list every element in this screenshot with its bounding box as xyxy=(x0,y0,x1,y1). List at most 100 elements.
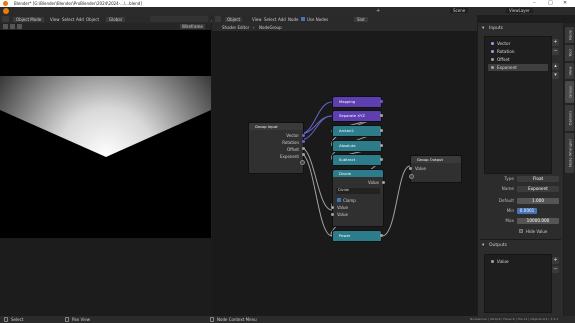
arctan2-output-socket[interactable] xyxy=(380,129,383,132)
menu-view[interactable]: View xyxy=(252,17,262,22)
inputs-list[interactable]: Vector Rotation Offset Exponent xyxy=(484,36,552,174)
menu-select[interactable]: Select xyxy=(264,17,276,22)
tool-icon[interactable] xyxy=(3,24,8,29)
tool-icon[interactable] xyxy=(10,24,15,29)
separate-output-socket[interactable] xyxy=(380,114,383,117)
inputs-panel-chevron-icon[interactable]: ▾ xyxy=(482,26,484,32)
group-output-socket-value[interactable] xyxy=(409,167,412,170)
editor-type-icon[interactable] xyxy=(2,16,9,22)
blender-menu-icon[interactable] xyxy=(3,8,9,14)
input-item-rotation[interactable]: Rotation xyxy=(488,48,548,55)
top-menu-bar: FileEditRenderWindowHelp LayoutModelingS… xyxy=(0,7,575,25)
move-up-button[interactable]: ▴ xyxy=(552,63,559,70)
shading-selector[interactable]: Wireframe xyxy=(180,24,205,29)
default-label: Default xyxy=(498,198,514,203)
divide-input-socket-2[interactable] xyxy=(331,213,334,216)
tool-icon[interactable] xyxy=(17,24,22,29)
absolute-output-socket[interactable] xyxy=(380,144,383,147)
scene-selector[interactable]: Scene xyxy=(450,8,469,13)
tab-node[interactable]: Node xyxy=(565,27,574,43)
node-sidebar: ▾ Inputs Vector Rotation Offset Exponent… xyxy=(478,23,563,316)
divide-input-socket-1[interactable] xyxy=(331,206,334,209)
group-input-node[interactable]: Group Input Vector Rotation Offset Expon… xyxy=(248,122,305,174)
tab-node-wrangler[interactable]: Node Wrangler xyxy=(565,133,574,173)
power-output-socket[interactable] xyxy=(380,234,383,237)
mouse-middle-icon xyxy=(65,317,69,322)
menu-view[interactable]: View xyxy=(50,17,60,22)
add-output-button[interactable]: + xyxy=(552,257,559,264)
socket-empty[interactable] xyxy=(300,160,305,165)
input-item-exponent[interactable]: Exponent xyxy=(488,64,548,71)
socket-exponent[interactable] xyxy=(302,153,305,156)
hide-value-label: Hide Value xyxy=(526,229,548,234)
inputs-panel-title[interactable]: Inputs xyxy=(489,26,503,32)
use-nodes-checkbox[interactable] xyxy=(301,17,305,21)
float-socket-icon xyxy=(491,58,494,61)
object-selector[interactable]: Object xyxy=(225,16,243,22)
default-field[interactable]: 1.000 xyxy=(517,198,559,204)
tab-tool[interactable]: Tool xyxy=(565,45,574,61)
outputs-panel-title[interactable]: Outputs xyxy=(489,243,507,249)
subtract-node[interactable]: Subtract xyxy=(332,154,383,166)
subtract-title: Subtract xyxy=(333,155,381,165)
hide-value-checkbox[interactable] xyxy=(519,229,523,233)
outputs-panel-chevron-icon[interactable]: ▾ xyxy=(482,243,484,249)
min-field[interactable]: 0.0001 xyxy=(517,208,537,214)
separate-xyz-node[interactable]: Separate XYZ xyxy=(332,110,383,122)
move-down-button[interactable]: ▾ xyxy=(552,72,559,79)
editor-type-icon[interactable] xyxy=(215,16,221,22)
subtract-output-socket[interactable] xyxy=(380,158,383,161)
add-input-button[interactable]: + xyxy=(552,39,559,46)
status-context-menu: Node Context Menu xyxy=(217,317,257,322)
menu-node[interactable]: Node xyxy=(288,17,298,22)
input-item-offset[interactable]: Offset xyxy=(488,56,548,63)
absolute-node[interactable]: Absolute xyxy=(332,140,383,152)
mode-selector[interactable]: Object Mode xyxy=(13,16,45,22)
maximize-button[interactable]: □ xyxy=(548,0,553,7)
remove-output-button[interactable]: − xyxy=(552,266,559,273)
mapping-node[interactable]: Mapping xyxy=(332,96,383,108)
node-canvas[interactable]: Group Input Vector Rotation Offset Expon… xyxy=(212,31,477,316)
arctan2-node[interactable]: Arctan2 xyxy=(332,125,383,137)
remove-input-button[interactable]: − xyxy=(552,48,559,55)
output-item-value[interactable]: Value xyxy=(488,258,548,265)
max-field[interactable]: 10000.000 xyxy=(517,218,559,224)
breadcrumb-group[interactable]: NodeGroup xyxy=(259,25,282,30)
divide-node[interactable]: Divide Value Divide Clamp Value Value xyxy=(331,169,385,227)
menu-object[interactable]: Object xyxy=(86,17,99,22)
tab-options[interactable]: Options xyxy=(565,105,574,131)
group-output-socket-empty[interactable] xyxy=(409,174,414,179)
clamp-checkbox[interactable] xyxy=(337,198,341,202)
transform-orientation[interactable]: Global xyxy=(106,16,125,22)
socket-offset[interactable] xyxy=(302,147,305,150)
render-viewport[interactable] xyxy=(0,30,211,238)
overlay-icons[interactable] xyxy=(150,16,208,22)
divide-operation-select[interactable]: Divide xyxy=(336,188,380,194)
add-workspace-icon[interactable]: + xyxy=(376,8,380,14)
sidebar-tabs: Node Tool View Group Options Node Wrangl… xyxy=(564,23,575,316)
socket-vector[interactable] xyxy=(302,134,305,137)
menu-add[interactable]: Add xyxy=(76,17,84,22)
minimize-button[interactable]: – xyxy=(533,0,536,7)
float-socket-icon xyxy=(491,66,494,69)
viewport-header: Object Mode View Select Add Object Globa… xyxy=(0,15,211,23)
slot-selector[interactable]: Slot xyxy=(354,16,368,22)
socket-rotation[interactable] xyxy=(302,140,305,143)
close-button[interactable]: ✕ xyxy=(563,0,567,7)
menu-select[interactable]: Select xyxy=(62,17,74,22)
tab-group[interactable]: Group xyxy=(565,81,574,103)
menu-add[interactable]: Add xyxy=(278,17,286,22)
view-layer-selector[interactable]: ViewLayer xyxy=(506,8,533,13)
name-field[interactable]: Exponent xyxy=(517,186,559,192)
divide-output-socket[interactable] xyxy=(382,181,385,184)
divide-input-label-2: Value xyxy=(337,212,348,217)
tab-view[interactable]: View xyxy=(565,63,574,79)
outputs-list[interactable]: Value xyxy=(484,254,552,313)
type-select[interactable]: Float xyxy=(517,176,559,182)
mapping-output-socket[interactable] xyxy=(380,100,383,103)
breadcrumb-root[interactable]: Shader Editor xyxy=(222,25,249,30)
power-node[interactable]: Power xyxy=(332,230,383,242)
name-label: Name xyxy=(501,186,514,191)
input-item-vector[interactable]: Vector xyxy=(488,40,548,47)
group-output-node[interactable]: Group Output Value xyxy=(409,155,462,183)
